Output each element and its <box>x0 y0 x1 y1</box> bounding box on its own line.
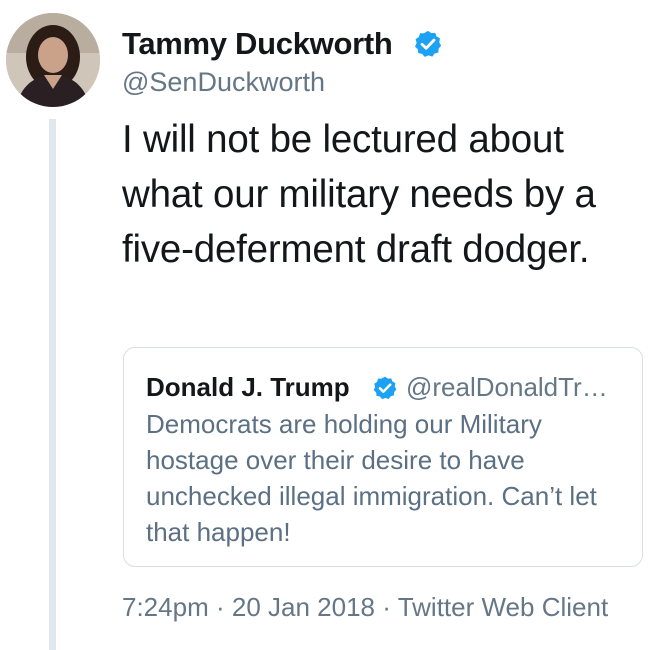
verified-badge-icon <box>373 376 397 400</box>
metadata-separator: · <box>215 592 225 622</box>
tweet-metadata: 7:24pm · 20 Jan 2018 · Twitter Web Clien… <box>122 592 608 623</box>
author-avatar[interactable] <box>6 13 100 107</box>
quoted-tweet-card[interactable]: Donald J. Trump @realDonaldTr… Democrats… <box>123 347 643 567</box>
author-name[interactable]: Tammy Duckworth <box>122 26 393 62</box>
tweet-client[interactable]: Twitter Web Client <box>398 592 608 622</box>
tweet-text: I will not be lectured about what our mi… <box>122 118 596 271</box>
author-handle[interactable]: @SenDuckworth <box>122 67 325 98</box>
quoted-tweet-text: Democrats are holding our Military hosta… <box>146 409 597 547</box>
tweet-time[interactable]: 7:24pm <box>122 592 209 622</box>
tweet: Tammy Duckworth @SenDuckworth I will not… <box>0 0 656 650</box>
quoted-author-handle[interactable]: @realDonaldTr… <box>406 372 626 403</box>
thread-line <box>49 119 56 650</box>
quoted-author-name[interactable]: Donald J. Trump <box>146 372 350 403</box>
tweet-date[interactable]: 20 Jan 2018 <box>232 592 375 622</box>
verified-badge-icon <box>415 30 442 57</box>
profile-photo-icon <box>6 13 100 107</box>
metadata-separator: · <box>382 592 391 622</box>
quoted-tweet-header: Donald J. Trump @realDonaldTr… <box>146 372 626 406</box>
